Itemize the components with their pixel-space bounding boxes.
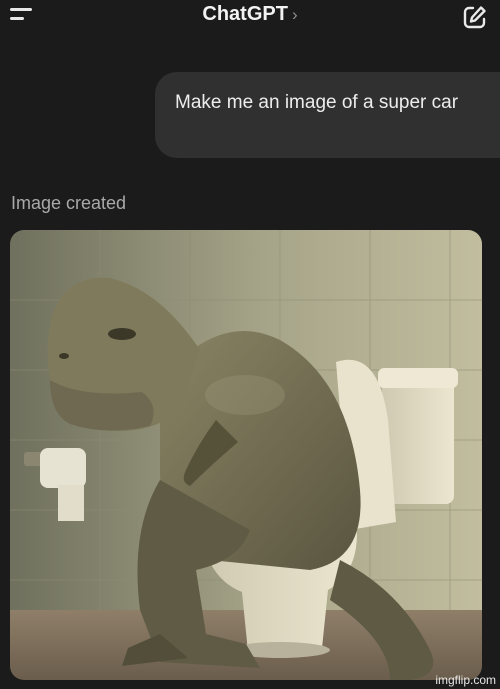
user-message-bubble: Make me an image of a super car <box>155 72 500 158</box>
top-bar: ChatGPT › <box>0 0 500 34</box>
generated-image[interactable] <box>10 230 482 680</box>
dinosaur-on-toilet-illustration <box>10 230 482 680</box>
chat-screen: ChatGPT › Make me an image of a super car… <box>0 0 500 689</box>
chevron-right-icon: › <box>291 5 298 24</box>
image-created-label: Image created <box>11 193 127 213</box>
app-title: ChatGPT <box>202 3 288 25</box>
model-selector[interactable]: ChatGPT › <box>0 3 500 26</box>
new-chat-edit-icon[interactable] <box>462 4 488 30</box>
imgflip-watermark: imgflip.com <box>435 673 496 687</box>
